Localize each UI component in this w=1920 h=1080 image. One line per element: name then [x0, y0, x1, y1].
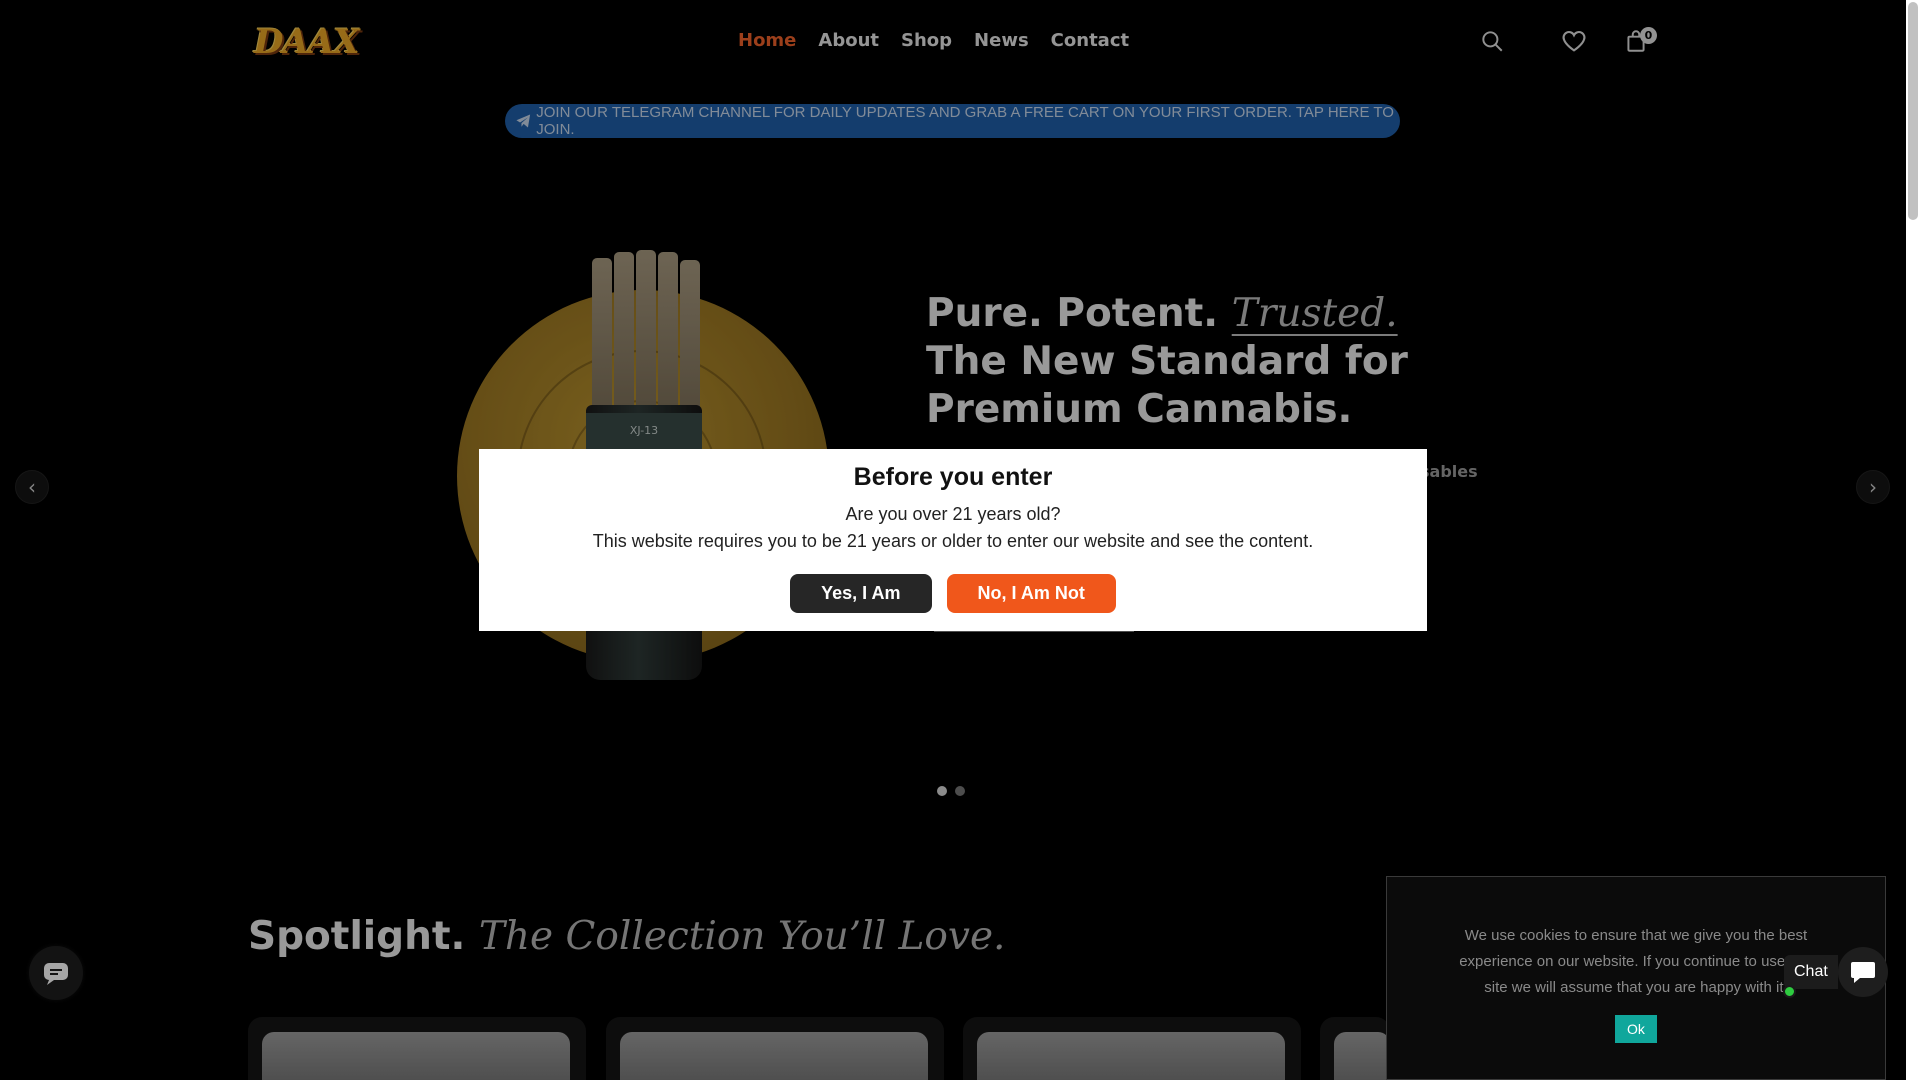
age-gate-modal: Before you enter Are you over 21 years o…	[479, 449, 1427, 631]
cookie-text: We use cookies to ensure that we give yo…	[1459, 927, 1813, 996]
age-gate-description: This website requires you to be 21 years…	[592, 531, 1314, 551]
age-gate-title: Before you enter	[853, 463, 1053, 491]
confirm-age-button[interactable]: Yes, I Am	[790, 574, 932, 613]
deny-age-button[interactable]: No, I Am Not	[946, 574, 1116, 613]
cookie-ok-button[interactable]: Ok	[1615, 1015, 1657, 1043]
chat-label[interactable]: Chat	[1784, 955, 1838, 989]
online-status-dot	[1783, 985, 1796, 998]
chat-button[interactable]	[1837, 947, 1888, 997]
age-gate-question: Are you over 21 years old?	[845, 504, 1061, 524]
chat-bubble-icon	[1850, 962, 1875, 983]
chat-widget[interactable]: Chat	[1784, 947, 1888, 997]
page-scrollbar-thumb[interactable]	[1908, 2, 1918, 220]
